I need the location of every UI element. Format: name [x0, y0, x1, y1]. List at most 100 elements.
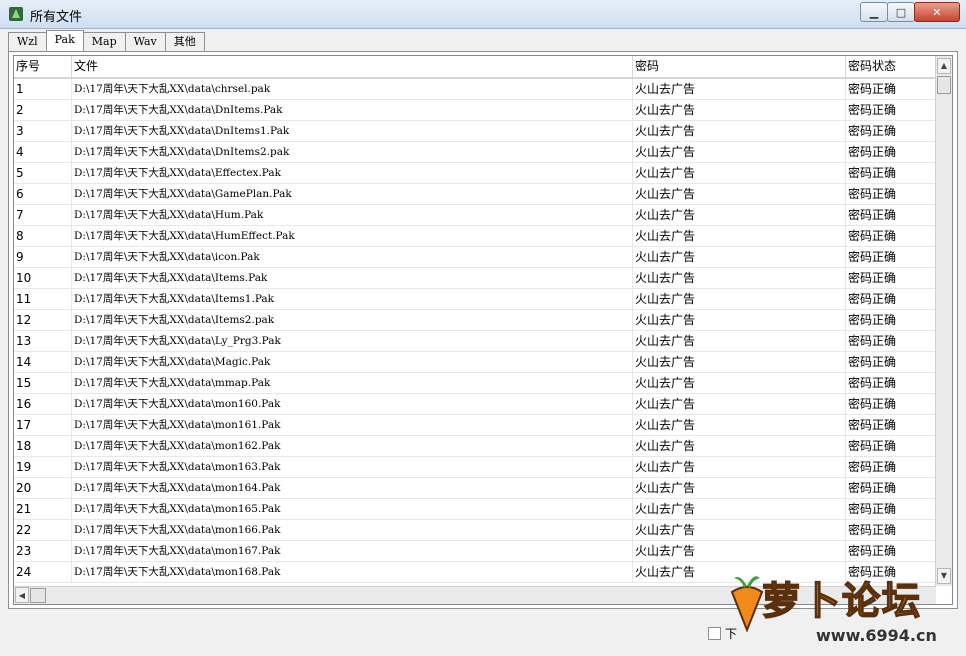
table-row[interactable]: 14 D:\17周年\天下大乱XX\data\Magic.Pak 火山去广告 密码正确: [14, 352, 936, 373]
table-row[interactable]: 16 D:\17周年\天下大乱XX\data\mon160.Pak 火山去广告 密码正…: [14, 394, 936, 415]
table-row[interactable]: 17 D:\17周年\天下大乱XX\data\mon161.Pak 火山去广告 密码正…: [14, 415, 936, 436]
row-password: 火山去广告: [633, 394, 846, 414]
table-row[interactable]: 4 D:\17周年\天下大乱XX\data\DnItems2.pak 火山去广告 密码…: [14, 142, 936, 163]
tab-wzl[interactable]: Wzl: [8, 32, 47, 51]
row-index: 7: [14, 205, 72, 225]
row-password-status: 密码正确: [846, 142, 936, 162]
tab-bar: Wzl Pak Map Wav 其他: [8, 30, 205, 52]
horizontal-scroll-thumb[interactable]: [30, 588, 46, 603]
row-password-status: 密码正确: [846, 205, 936, 225]
row-file-path: D:\17周年\天下大乱XX\data\Effectex.Pak: [72, 163, 633, 183]
table-row[interactable]: 11 D:\17周年\天下大乱XX\data\Items1.Pak 火山去广告 密码正…: [14, 289, 936, 310]
row-index: 22: [14, 520, 72, 540]
row-file-path: D:\17周年\天下大乱XX\data\mon160.Pak: [72, 394, 633, 414]
row-file-path: D:\17周年\天下大乱XX\data\Items2.pak: [72, 310, 633, 330]
row-file-path: D:\17周年\天下大乱XX\data\HumEffect.Pak: [72, 226, 633, 246]
table-row[interactable]: 3 D:\17周年\天下大乱XX\data\DnItems1.Pak 火山去广告 密码…: [14, 121, 936, 142]
row-index: 14: [14, 352, 72, 372]
row-password: 火山去广告: [633, 415, 846, 435]
tab-map[interactable]: Map: [82, 32, 126, 51]
tab-other[interactable]: 其他: [164, 32, 205, 51]
table-row[interactable]: 8 D:\17周年\天下大乱XX\data\HumEffect.Pak 火山去广告密…: [14, 226, 936, 247]
row-password-status: 密码正确: [846, 100, 936, 120]
row-index: 16: [14, 394, 72, 414]
row-index: 4: [14, 142, 72, 162]
row-index: 2: [14, 100, 72, 120]
row-index: 21: [14, 499, 72, 519]
maximize-icon: □: [895, 5, 907, 19]
row-password-status: 密码正确: [846, 478, 936, 498]
row-password-status: 密码正确: [846, 247, 936, 267]
row-file-path: D:\17周年\天下大乱XX\data\Hum.Pak: [72, 205, 633, 225]
scroll-up-icon[interactable]: ▲: [937, 58, 951, 74]
watermark-logo: 萝卜论坛 www.6994.cn: [722, 562, 958, 650]
table-row[interactable]: 9 D:\17周年\天下大乱XX\data\icon.Pak 火山去广告 密码正确: [14, 247, 936, 268]
row-password: 火山去广告: [633, 310, 846, 330]
row-file-path: D:\17周年\天下大乱XX\data\icon.Pak: [72, 247, 633, 267]
checkbox-box[interactable]: [708, 627, 721, 640]
table-row[interactable]: 6 D:\17周年\天下大乱XX\data\GamePlan.Pak 火山去广告 密码…: [14, 184, 936, 205]
minimize-button[interactable]: ▁: [860, 2, 888, 22]
table-row[interactable]: 5 D:\17周年\天下大乱XX\data\Effectex.Pak 火山去广告 密码…: [14, 163, 936, 184]
row-password-status: 密码正确: [846, 268, 936, 288]
row-password: 火山去广告: [633, 541, 846, 561]
table-row[interactable]: 20 D:\17周年\天下大乱XX\data\mon164.Pak 火山去广告 密码正…: [14, 478, 936, 499]
file-list[interactable]: 序号 文件 密码 密码状态 1 D:\17周年\天下大乱XX\data\chrse…: [13, 55, 953, 605]
app-icon: [9, 7, 23, 21]
column-header-status[interactable]: 密码状态: [846, 56, 936, 77]
table-row[interactable]: 10 D:\17周年\天下大乱XX\data\Items.Pak 火山去广告 密码正确: [14, 268, 936, 289]
row-file-path: D:\17周年\天下大乱XX\data\DnItems2.pak: [72, 142, 633, 162]
column-header-file[interactable]: 文件: [72, 56, 633, 77]
row-password: 火山去广告: [633, 121, 846, 141]
row-file-path: D:\17周年\天下大乱XX\data\chrsel.pak: [72, 79, 633, 99]
tab-wav[interactable]: Wav: [124, 32, 166, 51]
row-password-status: 密码正确: [846, 457, 936, 477]
row-file-path: D:\17周年\天下大乱XX\data\mon166.Pak: [72, 520, 633, 540]
row-password-status: 密码正确: [846, 541, 936, 561]
row-file-path: D:\17周年\天下大乱XX\data\Items.Pak: [72, 268, 633, 288]
row-password: 火山去广告: [633, 79, 846, 99]
row-password: 火山去广告: [633, 100, 846, 120]
table-row[interactable]: 18 D:\17周年\天下大乱XX\data\mon162.Pak 火山去广告 密码正…: [14, 436, 936, 457]
table-row[interactable]: 2 D:\17周年\天下大乱XX\data\DnItems.Pak 火山去广告 密码正…: [14, 100, 936, 121]
table-row[interactable]: 23 D:\17周年\天下大乱XX\data\mon167.Pak 火山去广告 密码正…: [14, 541, 936, 562]
row-file-path: D:\17周年\天下大乱XX\data\GamePlan.Pak: [72, 184, 633, 204]
tab-pak[interactable]: Pak: [45, 30, 84, 51]
row-password-status: 密码正确: [846, 226, 936, 246]
window-title: 所有文件: [30, 10, 83, 25]
scroll-left-icon[interactable]: ◀: [15, 587, 29, 603]
table-row[interactable]: 15 D:\17周年\天下大乱XX\data\mmap.Pak 火山去广告 密码正确: [14, 373, 936, 394]
row-file-path: D:\17周年\天下大乱XX\data\mon162.Pak: [72, 436, 633, 456]
column-header-index[interactable]: 序号: [14, 56, 72, 77]
table-row[interactable]: 22 D:\17周年\天下大乱XX\data\mon166.Pak 火山去广告 密码正…: [14, 520, 936, 541]
row-password: 火山去广告: [633, 268, 846, 288]
row-index: 11: [14, 289, 72, 309]
table-row[interactable]: 12 D:\17周年\天下大乱XX\data\Items2.pak 火山去广告 密码正…: [14, 310, 936, 331]
table-row[interactable]: 21 D:\17周年\天下大乱XX\data\mon165.Pak 火山去广告 密码正…: [14, 499, 936, 520]
row-file-path: D:\17周年\天下大乱XX\data\mon164.Pak: [72, 478, 633, 498]
row-file-path: D:\17周年\天下大乱XX\data\Items1.Pak: [72, 289, 633, 309]
column-header-password[interactable]: 密码: [633, 56, 846, 77]
row-password: 火山去广告: [633, 226, 846, 246]
row-index: 10: [14, 268, 72, 288]
maximize-button[interactable]: □: [887, 2, 915, 22]
close-button[interactable]: ✕: [914, 2, 960, 22]
row-index: 5: [14, 163, 72, 183]
table-row[interactable]: 19 D:\17周年\天下大乱XX\data\mon163.Pak 火山去广告 密码正…: [14, 457, 936, 478]
row-file-path: D:\17周年\天下大乱XX\data\DnItems1.Pak: [72, 121, 633, 141]
vertical-scrollbar[interactable]: ▲ ▼: [935, 56, 952, 586]
row-index: 6: [14, 184, 72, 204]
row-password-status: 密码正确: [846, 331, 936, 351]
row-password: 火山去广告: [633, 163, 846, 183]
row-file-path: D:\17周年\天下大乱XX\data\Ly_Prg3.Pak: [72, 331, 633, 351]
row-password: 火山去广告: [633, 436, 846, 456]
table-row[interactable]: 1 D:\17周年\天下大乱XX\data\chrsel.pak 火山去广告 密码正确: [14, 79, 936, 100]
row-password: 火山去广告: [633, 373, 846, 393]
row-file-path: D:\17周年\天下大乱XX\data\mmap.Pak: [72, 373, 633, 393]
table-row[interactable]: 13 D:\17周年\天下大乱XX\data\Ly_Prg3.Pak 火山去广告 密码…: [14, 331, 936, 352]
row-file-path: D:\17周年\天下大乱XX\data\mon167.Pak: [72, 541, 633, 561]
row-password: 火山去广告: [633, 352, 846, 372]
tab-panel: 序号 文件 密码 密码状态 1 D:\17周年\天下大乱XX\data\chrse…: [8, 51, 958, 609]
table-row[interactable]: 7 D:\17周年\天下大乱XX\data\Hum.Pak 火山去广告 密码正确: [14, 205, 936, 226]
vertical-scroll-thumb[interactable]: [937, 76, 951, 94]
